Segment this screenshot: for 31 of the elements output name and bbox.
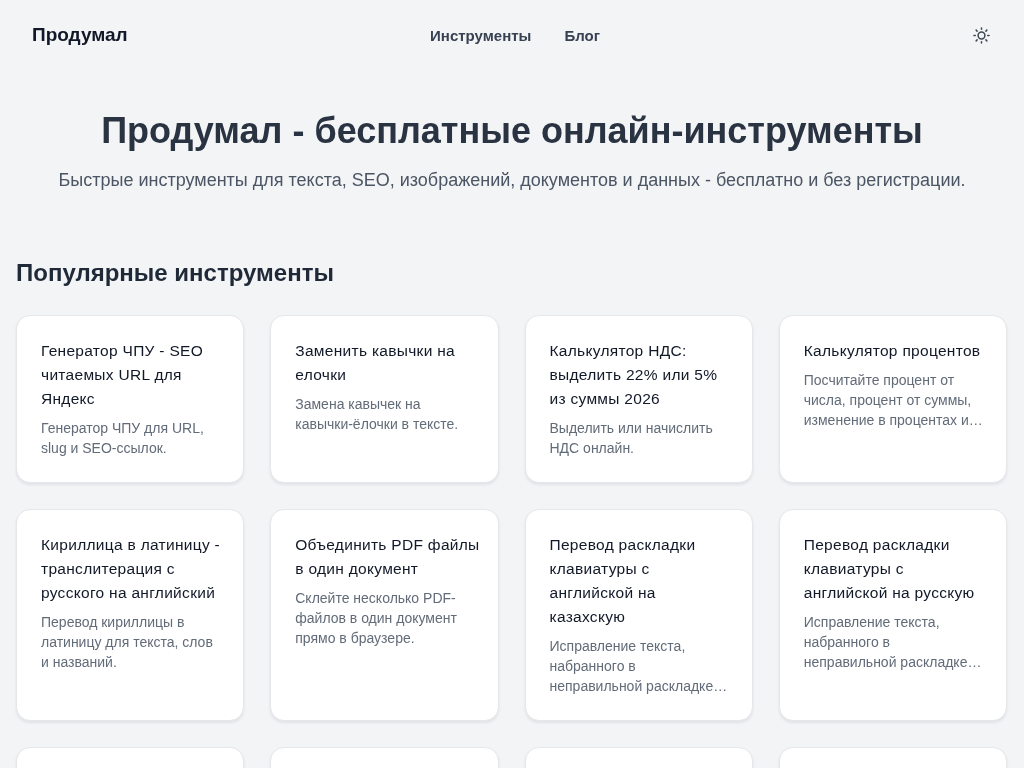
card-description: Замена кавычек на кавычки-ёлочки в тексте.	[295, 395, 460, 434]
tool-card[interactable]: Калькулятор НДС: выделить 22% или 5% из суммы 2026 Выделить или начислить НДС онлайн.	[524, 315, 753, 483]
card-description: Генератор ЧПУ для URL, slug и SEO-ссылок.	[41, 419, 205, 458]
card-title: Калькулятор процентов	[803, 341, 981, 361]
card-title: Заменить кавычки на елочки	[295, 341, 457, 385]
section-heading: Популярные инструменты	[16, 258, 334, 288]
card-title: Генератор ЧПУ - SEO читаемых URL для Яндекс	[41, 341, 205, 409]
page-subtitle: Быстрые инструменты для текста, SEO, изображений, документов и данных - бесплатно и без регистрации.	[58, 169, 966, 192]
card-title: Перевод раскладки клавиатуры с английской на русскую	[803, 535, 976, 603]
tool-card[interactable]: Перевод раскладки клавиатуры с английской на казахскую Исправление текста, набранного в неправильной раскладке…	[524, 509, 753, 721]
nav-link[interactable]: Инструменты	[430, 26, 532, 44]
tool-card[interactable]: Кириллица в латиницу - транслитерация с русского на английский Перевод кириллицы в латиницу для текста, слов и названий.	[16, 509, 245, 721]
card-description: Склейте несколько PDF-файлов в один документ прямо в браузере.	[295, 589, 458, 648]
card-description: Выделить или начислить НДС онлайн.	[549, 419, 714, 458]
page-title: Продумал - бесплатные онлайн-инструменты	[101, 109, 923, 153]
tool-card[interactable]: Генератор ЧПУ - SEO читаемых URL для Яндекс Генератор ЧПУ для URL, slug и SEO-ссылок.	[16, 315, 245, 483]
tool-card[interactable]: Заменить кавычки на елочки Замена кавычек на кавычки-ёлочки в тексте.	[270, 315, 499, 483]
card-title: Кириллица в латиницу - транслитерация с русского на английский	[41, 535, 222, 603]
site-logo[interactable]: Продумал	[32, 24, 128, 46]
card-title: Перевод раскладки клавиатуры с английской на казахскую	[549, 535, 697, 627]
nav-link[interactable]: Блог	[564, 26, 600, 44]
tool-card[interactable]: Перевод раскладки клавиатуры с английской на русскую Исправление текста, набранного в неправильной раскладке…	[778, 509, 1007, 721]
card-title: Калькулятор НДС: выделить 22% или 5% из суммы 2026	[549, 341, 719, 409]
tool-card[interactable]: Объединить PDF файлы в один документ Склейте несколько PDF-файлов в один документ прямо в браузере.	[270, 509, 499, 721]
card-description: Исправление текста, набранного в неправильной раскладке…	[549, 637, 729, 696]
card-description: Посчитайте процент от числа, процент от суммы, изменение в процентах и…	[803, 371, 984, 430]
sun-icon	[973, 26, 990, 44]
tool-card[interactable]: Калькулятор процентов Посчитайте процент от числа, процент от суммы, изменение в процентах и…	[778, 315, 1007, 483]
card-description: Исправление текста, набранного в неправильной раскладке…	[803, 613, 983, 672]
card-description: Перевод кириллицы в латиницу для текста, слов и названий.	[41, 613, 214, 672]
card-title: Объединить PDF файлы в один документ	[295, 535, 481, 579]
